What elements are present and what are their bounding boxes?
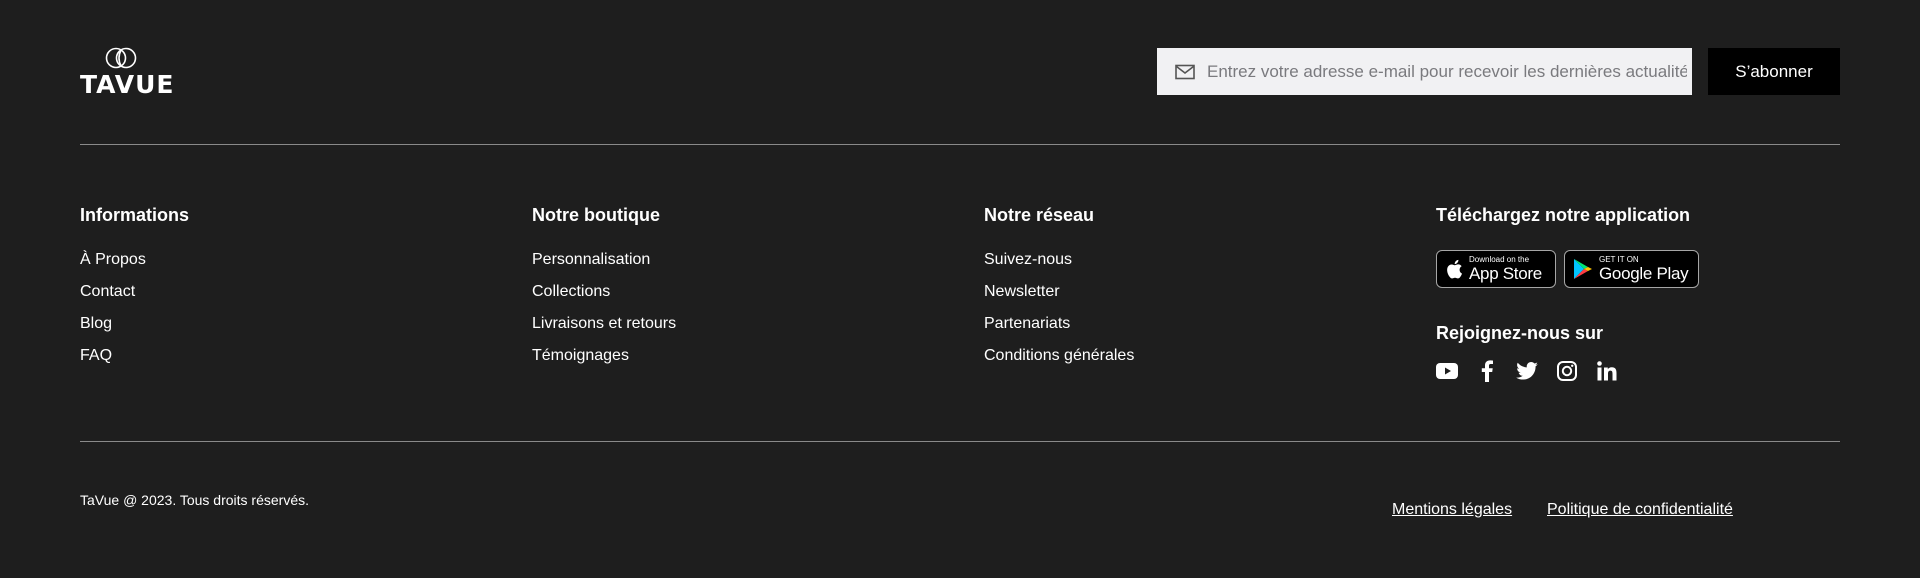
column-title: Notre boutique (532, 205, 660, 225)
logo-wordmark: TAVUE (80, 70, 175, 99)
divider-top (80, 144, 1840, 145)
footer-column-app: Téléchargez notre application Download o… (1436, 204, 1699, 382)
app-store-badge[interactable]: Download on the App Store (1436, 250, 1556, 288)
google-play-icon (1574, 259, 1592, 279)
brand-logo[interactable]: TAVUE (80, 46, 175, 99)
footer-column-reseau: Notre réseau Suivez-nous Newsletter Part… (984, 204, 1134, 378)
mail-icon (1175, 64, 1195, 79)
privacy-policy-link[interactable]: Politique de confidentialité (1547, 500, 1733, 520)
footer-link-temoignages[interactable]: Témoignages (532, 347, 629, 364)
email-input[interactable] (1207, 61, 1687, 82)
logo-rings-icon (105, 47, 137, 69)
social-title: Rejoignez-nous sur (1436, 323, 1604, 343)
footer-link-newsletter[interactable]: Newsletter (984, 283, 1060, 300)
footer-link-conditions[interactable]: Conditions générales (984, 347, 1134, 364)
footer-link-a-propos[interactable]: À Propos (80, 251, 146, 268)
google-play-label: Google Play (1599, 264, 1689, 283)
footer-link-collections[interactable]: Collections (532, 283, 610, 300)
newsletter-field[interactable] (1157, 48, 1692, 95)
app-store-caption: Download on the (1469, 255, 1530, 264)
copyright-text: TaVue @ 2023. Tous droits réservés. (80, 492, 309, 508)
google-play-caption: GET IT ON (1599, 255, 1639, 264)
subscribe-button[interactable]: S’abonner (1708, 48, 1840, 95)
footer-link-suivez-nous[interactable]: Suivez-nous (984, 251, 1072, 268)
footer-link-partenariats[interactable]: Partenariats (984, 315, 1070, 332)
instagram-icon[interactable] (1556, 360, 1578, 382)
footer-link-blog[interactable]: Blog (80, 315, 112, 332)
divider-bottom (80, 441, 1840, 442)
footer-link-personnalisation[interactable]: Personnalisation (532, 251, 650, 268)
youtube-icon[interactable] (1436, 360, 1458, 382)
footer-column-informations: Informations À Propos Contact Blog FAQ (80, 204, 189, 378)
google-play-badge[interactable]: GET IT ON Google Play (1564, 250, 1699, 288)
footer-link-contact[interactable]: Contact (80, 283, 135, 300)
apple-icon (1447, 259, 1462, 279)
column-title: Notre réseau (984, 205, 1095, 225)
legal-notice-link[interactable]: Mentions légales (1392, 500, 1512, 520)
column-title: Téléchargez notre application (1436, 205, 1691, 225)
social-links (1436, 360, 1699, 382)
app-store-label: App Store (1469, 264, 1542, 283)
column-title: Informations (80, 205, 190, 225)
linkedin-icon[interactable] (1596, 360, 1618, 382)
footer-link-faq[interactable]: FAQ (80, 347, 112, 364)
facebook-icon[interactable] (1476, 360, 1498, 382)
footer-link-livraisons[interactable]: Livraisons et retours (532, 315, 676, 332)
twitter-icon[interactable] (1516, 360, 1538, 382)
footer-column-boutique: Notre boutique Personnalisation Collecti… (532, 204, 676, 378)
app-badges: Download on the App Store GET IT ON Goog… (1436, 250, 1699, 288)
